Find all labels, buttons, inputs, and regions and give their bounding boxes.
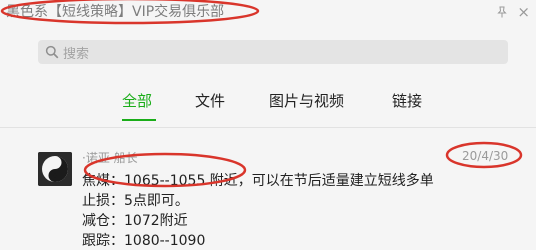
message-line: 止损：5点即可。 <box>82 193 189 209</box>
search-input[interactable]: 搜索 <box>38 40 508 64</box>
search-icon <box>45 45 59 59</box>
tab-photos-videos[interactable]: 图片与视频 <box>269 90 344 111</box>
avatar[interactable] <box>38 152 72 186</box>
message-date: 20/4/30 <box>462 149 509 163</box>
search-placeholder: 搜索 <box>63 47 90 62</box>
tab-bar: 全部 文件 图片与视频 链接 <box>0 90 536 121</box>
sender-name[interactable]: ·诺亚·船长 <box>82 149 138 166</box>
tab-links[interactable]: 链接 <box>392 90 422 111</box>
tab-files[interactable]: 文件 <box>195 90 225 111</box>
close-icon[interactable]: × <box>517 3 530 21</box>
message-line: 焦煤：1065--1055 附近，可以在节后适量建立短线多单 <box>82 173 434 189</box>
title-bar: 黑色系【短线策略】VIP交易俱乐部 × <box>0 0 536 30</box>
tab-all[interactable]: 全部 <box>122 90 152 111</box>
pin-icon[interactable] <box>496 6 508 18</box>
message-line: 减仓：1072附近 <box>82 213 188 229</box>
message-line: 跟踪：1080--1090 <box>82 233 206 249</box>
window-title: 黑色系【短线策略】VIP交易俱乐部 <box>6 4 225 20</box>
yin-yang-icon <box>38 152 72 186</box>
message-item[interactable]: ·诺亚·船长 20/4/30 焦煤：1065--1055 附近，可以在节后适量建… <box>0 128 536 249</box>
active-tab-indicator <box>122 119 156 121</box>
